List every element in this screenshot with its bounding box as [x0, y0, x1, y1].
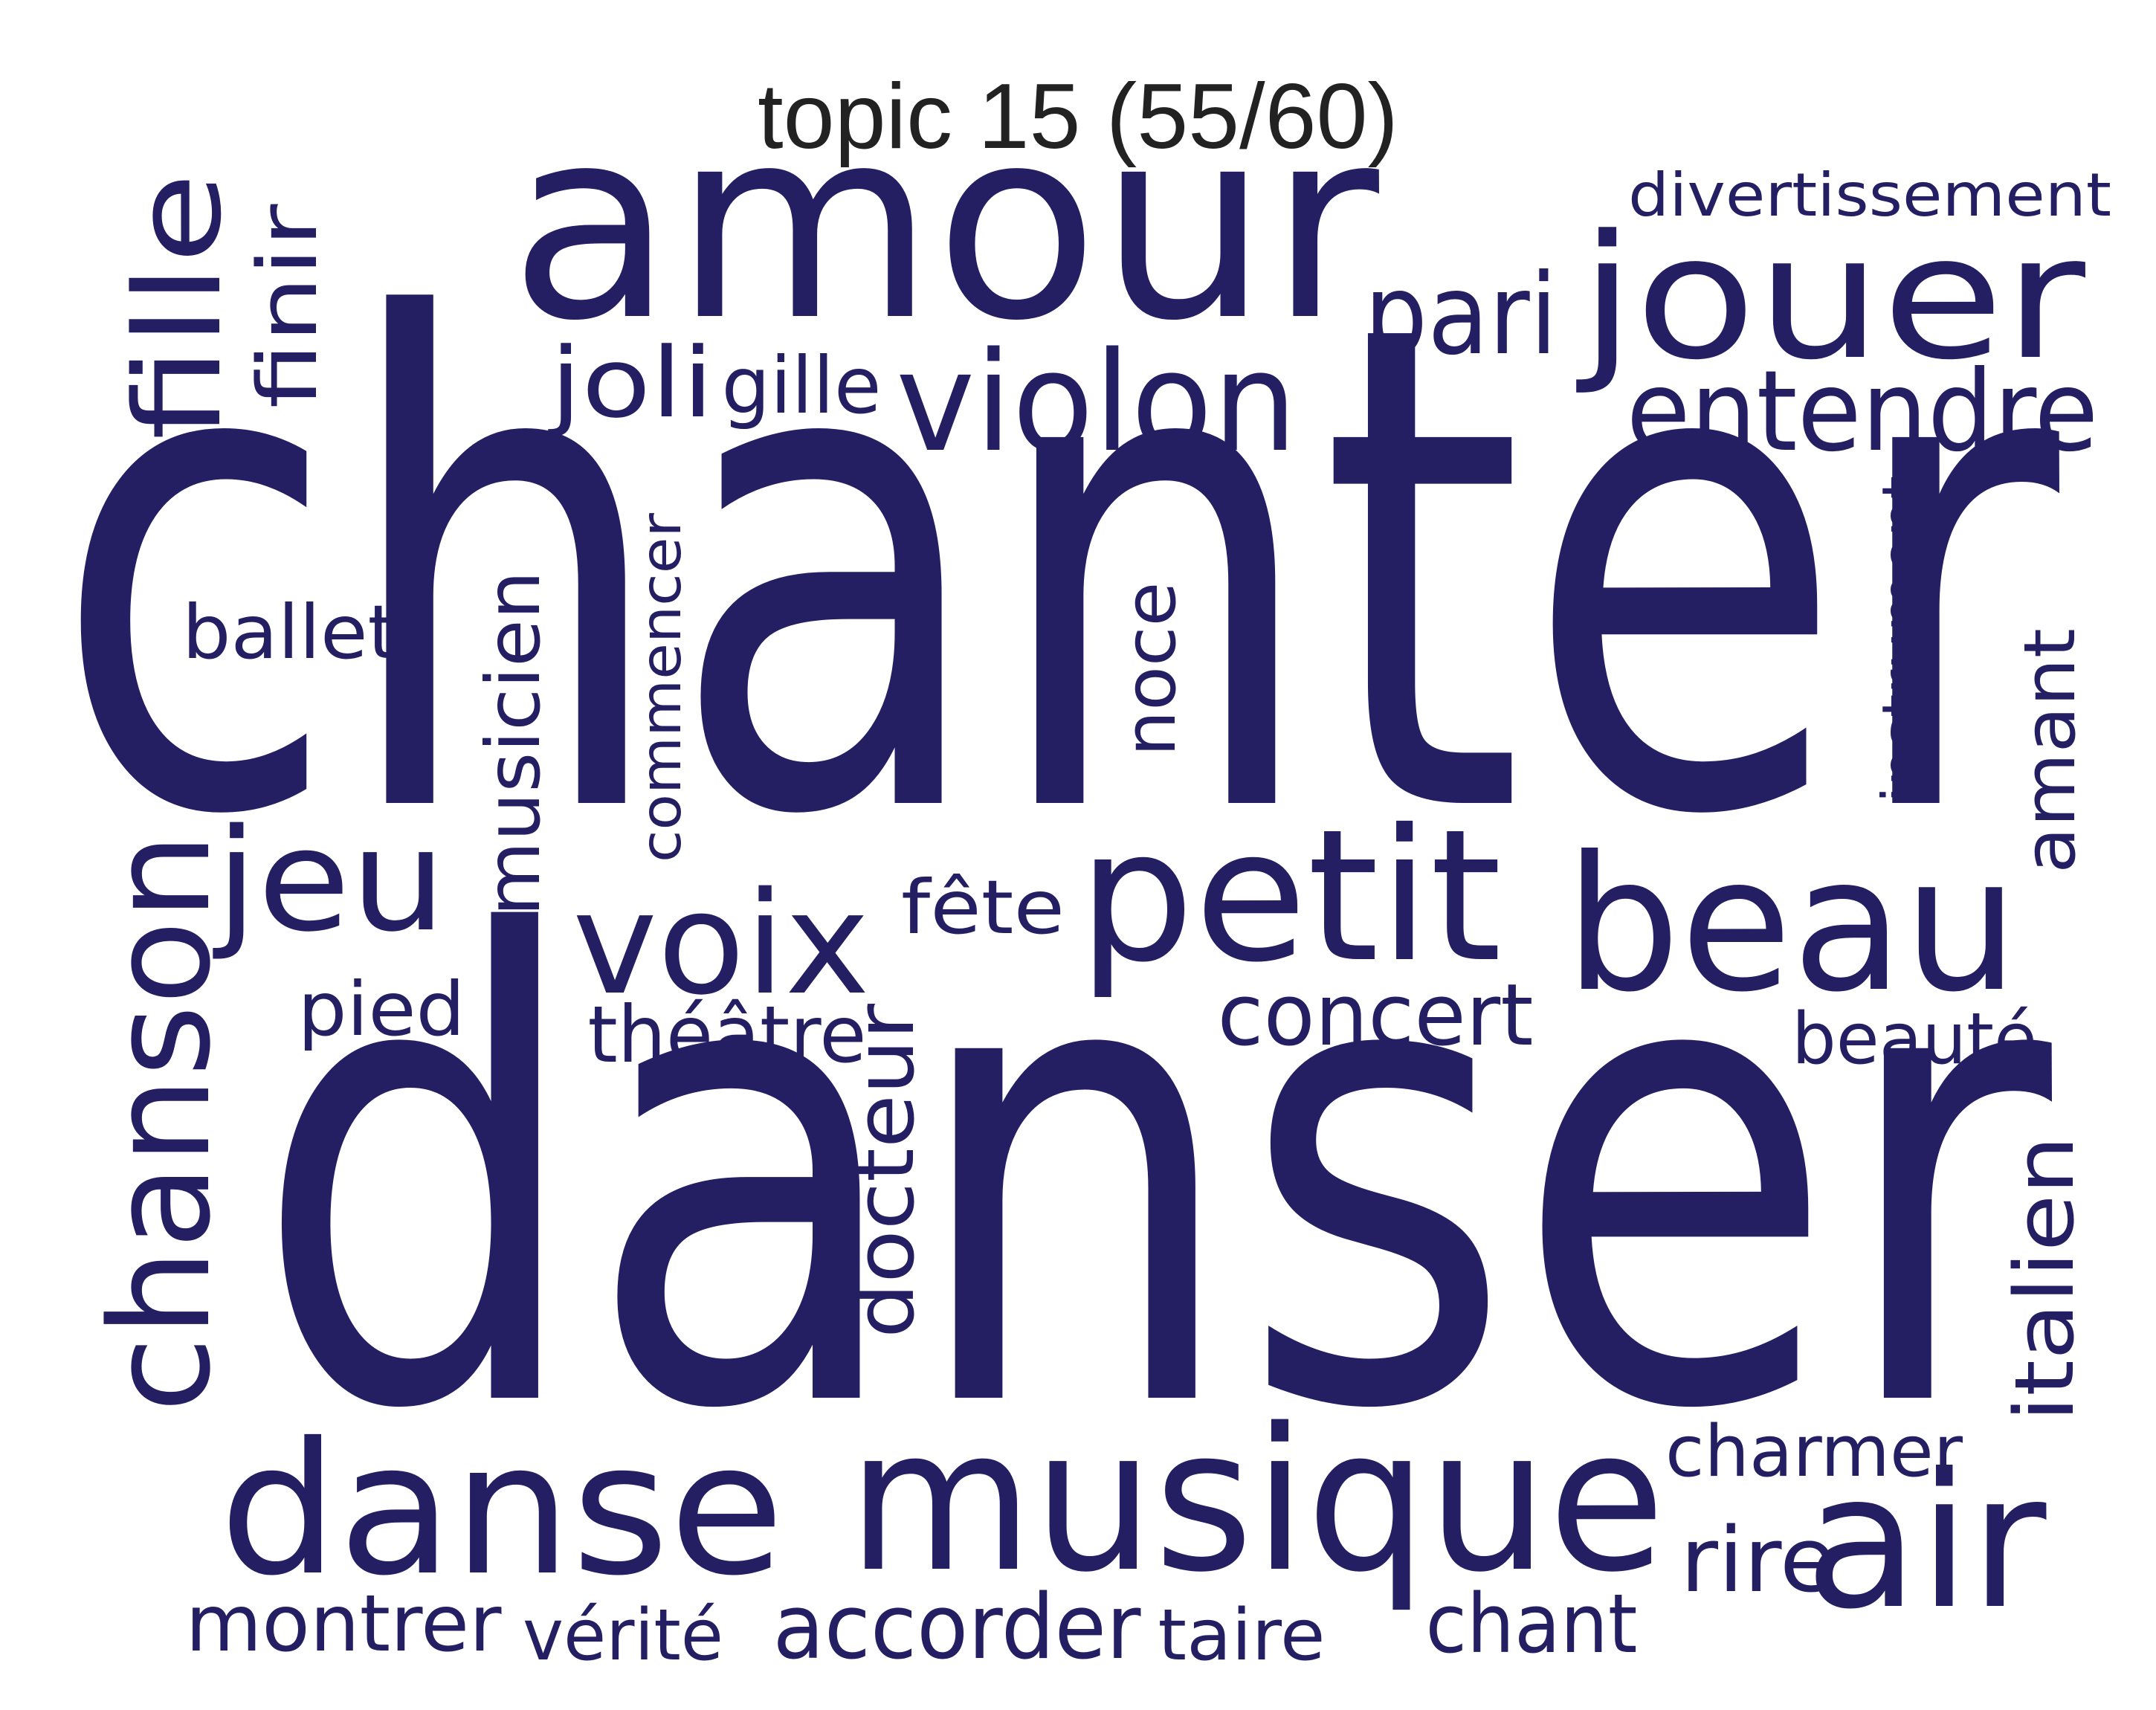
word-violon: violon [896, 322, 1297, 483]
word-docteur: docteur [837, 1003, 932, 1338]
word-cloud: chanter danser amour musique danse petit… [52, 71, 2111, 1680]
word-accorder: accorder [773, 1576, 1142, 1680]
word-commencer: commencer [628, 513, 694, 862]
word-ballet: ballet [182, 589, 398, 676]
word-verite: vérité [523, 1595, 723, 1677]
word-montrer: montrer [186, 1578, 503, 1669]
word-charmer: charmer [1665, 1411, 1963, 1493]
word-taire: taire [1158, 1595, 1326, 1677]
word-concert: concert [1218, 966, 1534, 1065]
word-pied: pied [298, 966, 465, 1053]
word-fete: fête [901, 864, 1065, 951]
word-fille: fille [109, 172, 248, 440]
word-amant: amant [2010, 628, 2091, 874]
word-pari: pari [1364, 251, 1558, 380]
word-divertissement: divertissement [1628, 161, 2111, 230]
word-gille: gille [722, 341, 882, 431]
word-rire: rire [1680, 1509, 1836, 1613]
word-musicien: musicien [470, 571, 557, 917]
word-theatre: théâtre [588, 990, 867, 1080]
word-instrument: instrument [1870, 476, 1935, 803]
word-beaute: beauté [1792, 998, 2037, 1080]
word-joli: joli [547, 326, 714, 439]
word-italien: italien [1997, 1136, 2092, 1422]
word-finir: finir [240, 204, 335, 409]
word-noce: noce [1110, 582, 1192, 757]
word-chant: chant [1426, 1576, 1638, 1671]
word-entendre: entendre [1627, 347, 2099, 477]
word-jeu: jeu [213, 798, 446, 963]
